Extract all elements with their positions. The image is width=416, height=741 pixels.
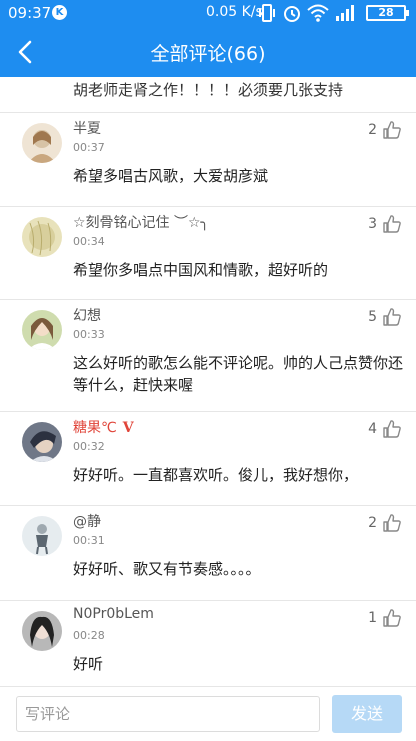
header-bar: 全部评论(66) — [0, 26, 416, 77]
like-count: 4 — [368, 421, 377, 437]
comment-time: 00:33 — [73, 328, 105, 341]
comment-time: 00:31 — [73, 534, 105, 547]
thumbs-up-icon — [383, 121, 401, 139]
comment-time: 00:28 — [73, 629, 105, 642]
avatar[interactable] — [22, 611, 62, 651]
like-count: 1 — [368, 610, 377, 626]
comment-list[interactable]: 胡老师走肾之作！！！！必须要几张支持 半夏 00:37 2 希望多唱古风歌，大爱… — [0, 77, 416, 686]
like-count: 2 — [368, 515, 377, 531]
vibrate-icon — [258, 3, 276, 27]
avatar[interactable] — [22, 123, 62, 163]
avatar[interactable] — [22, 217, 62, 257]
comment-item: @静 00:31 2 好好听、歌又有节奏感。。。。 — [0, 506, 416, 601]
app-notification-icon: K — [52, 5, 67, 20]
comment-time: 00:37 — [73, 141, 105, 154]
signal-icon — [334, 3, 358, 27]
status-bar: 09:37 K 0.05 K/s 28 — [0, 0, 416, 26]
avatar[interactable] — [22, 422, 62, 462]
thumbs-up-icon — [383, 609, 401, 627]
like-count: 5 — [368, 309, 377, 325]
comment-username[interactable]: ☆刻骨铭心记住 ︶☆╮ — [73, 212, 209, 232]
comment-time: 00:34 — [73, 235, 105, 248]
comment-item: 糖果℃ V 00:32 4 好好听。一直都喜欢听。俊儿，我好想你， — [0, 412, 416, 506]
comment-item: 半夏 00:37 2 希望多唱古风歌，大爱胡彦斌 — [0, 113, 416, 207]
like-button[interactable]: 2 — [368, 510, 402, 536]
battery-icon: 28 — [366, 5, 409, 21]
comment-username[interactable]: 糖果℃ V — [73, 417, 134, 437]
comment-text: 好听 — [73, 655, 104, 673]
thumbs-up-icon — [383, 514, 401, 532]
like-button[interactable]: 1 — [368, 605, 402, 631]
thumbs-up-icon — [383, 215, 401, 233]
comment-username[interactable]: 半夏 — [73, 118, 101, 138]
comment-item: N0Pr0bLem 00:28 1 好听 — [0, 601, 416, 686]
like-count: 3 — [368, 216, 377, 232]
comment-text: 好好听、歌又有节奏感。。。。 — [73, 560, 261, 578]
avatar[interactable] — [22, 310, 62, 350]
page-title: 全部评论(66) — [150, 43, 266, 65]
comment-username[interactable]: @静 — [73, 511, 101, 531]
network-speed: 0.05 K/s — [206, 4, 263, 20]
comment-input[interactable] — [16, 696, 320, 732]
like-button[interactable]: 5 — [368, 304, 402, 330]
like-count: 2 — [368, 122, 377, 138]
alarm-icon — [282, 3, 302, 27]
comment-item: 幻想 00:33 5 这么好听的歌怎么能不评论呢。帅的人己点赞你还等什么，赶快来… — [0, 300, 416, 412]
vip-badge-icon: V — [122, 420, 134, 436]
like-button[interactable]: 2 — [368, 117, 402, 143]
comment-username[interactable]: 幻想 — [73, 305, 101, 325]
thumbs-up-icon — [383, 308, 401, 326]
comment-username[interactable]: N0Pr0bLem — [73, 606, 154, 622]
comment-text: 好好听。一直都喜欢听。俊儿，我好想你， — [73, 466, 359, 484]
like-button[interactable]: 3 — [368, 211, 402, 237]
thumbs-up-icon — [383, 420, 401, 438]
send-button[interactable]: 发送 — [332, 695, 402, 733]
comment-composer: 发送 — [0, 686, 416, 741]
like-button[interactable]: 4 — [368, 416, 402, 442]
avatar[interactable] — [22, 516, 62, 556]
wifi-icon — [307, 3, 329, 27]
comment-text-partial: 胡老师走肾之作！！！！必须要几张支持 — [73, 81, 344, 99]
comment-item: ☆刻骨铭心记住 ︶☆╮ 00:34 3 希望你多唱点中国风和情歌，超好听的 — [0, 207, 416, 300]
comment-text: 希望你多唱点中国风和情歌，超好听的 — [73, 261, 329, 279]
status-time: 09:37 — [8, 4, 52, 22]
comment-text: 这么好听的歌怎么能不评论呢。帅的人己点赞你还等什么，赶快来喔 — [73, 354, 404, 394]
comment-time: 00:32 — [73, 440, 105, 453]
battery-level: 28 — [378, 6, 394, 19]
comment-username-text: 糖果℃ — [73, 420, 117, 436]
comment-text: 希望多唱古风歌，大爱胡彦斌 — [73, 167, 269, 185]
